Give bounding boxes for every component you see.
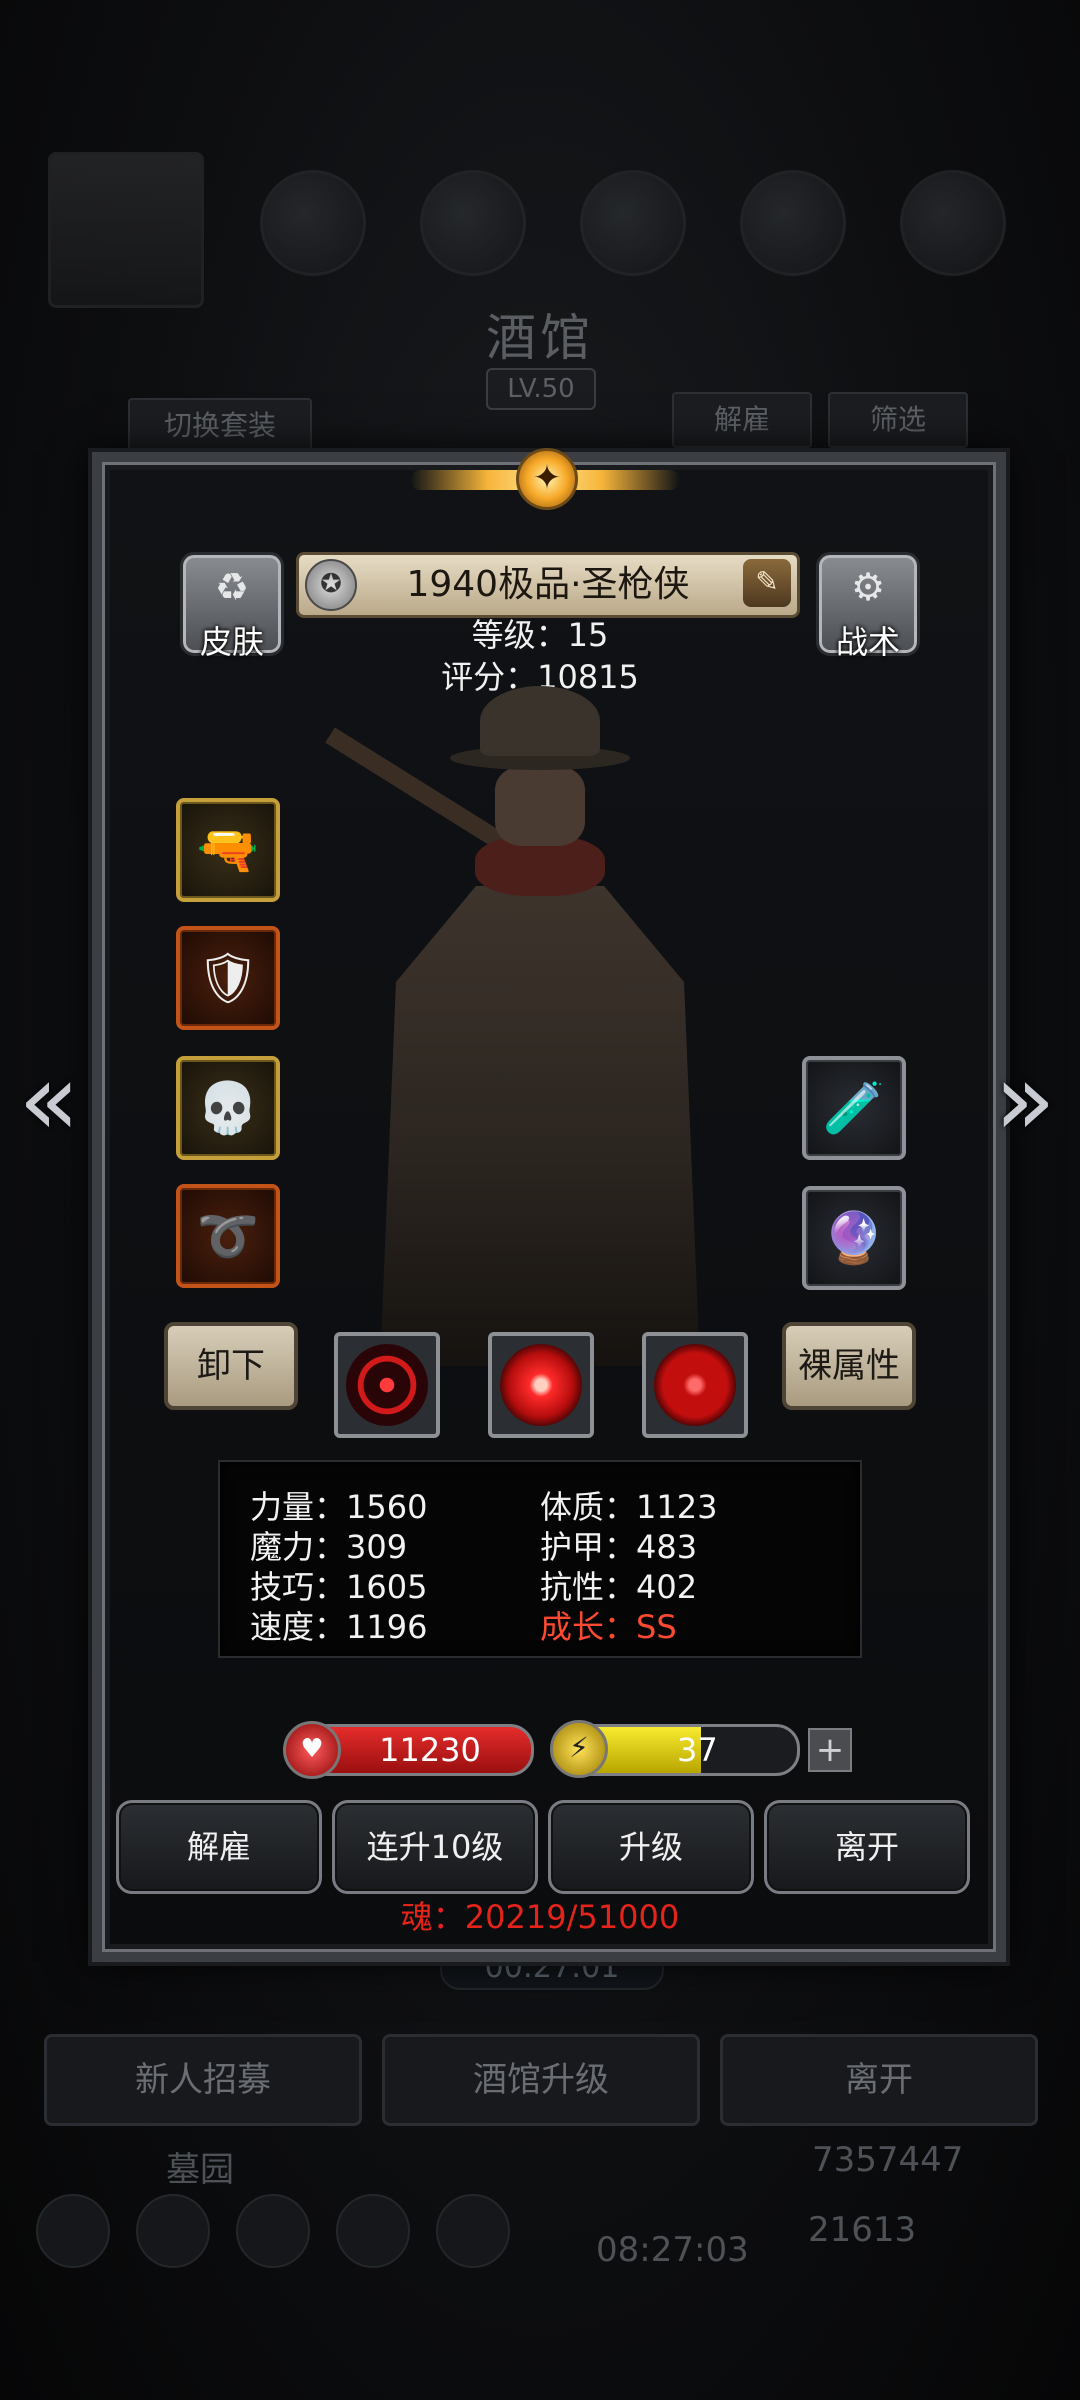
equip-slot-armor[interactable]: 🛡: [176, 926, 280, 1030]
menu-icon-5: [900, 170, 1006, 276]
gold-amount: 7357447: [812, 2140, 964, 2180]
hero-level: 等级：15: [471, 616, 609, 654]
level-up-10-button[interactable]: 连升10级: [332, 1800, 538, 1894]
bottom-nav-icon-3: [236, 2194, 310, 2268]
menu-icon-1: [260, 170, 366, 276]
hero-portrait: [310, 686, 770, 1386]
hero-hat: [480, 686, 600, 756]
hero-face: [495, 766, 585, 846]
player-avatar: [48, 152, 204, 308]
prev-hero-arrow-icon[interactable]: «: [14, 1050, 84, 1150]
naked-attributes-button[interactable]: 裸属性: [782, 1322, 916, 1410]
stat-growth: 成长：SS: [540, 1608, 677, 1646]
menu-icon-4: [740, 170, 846, 276]
add-energy-button[interactable]: +: [808, 1728, 852, 1772]
hp-bar: ♥ 11230: [283, 1721, 534, 1779]
next-hero-arrow-icon[interactable]: »: [990, 1050, 1060, 1150]
stats-box: 力量：1560 魔力：309 技巧：1605 速度：1196 体质：1123 护…: [218, 1460, 862, 1658]
hero-name: 1940极品·圣枪侠: [406, 564, 690, 605]
equip-slot-potion[interactable]: 🧪: [802, 1056, 906, 1160]
hero-name-bar: ✪ 1940极品·圣枪侠 ✎: [296, 552, 800, 618]
level-up-button[interactable]: 升级: [548, 1800, 754, 1894]
orb-gem-icon: 🔮: [822, 1209, 886, 1267]
vortex-skill-icon: [500, 1344, 582, 1426]
soul-counter: 魂：20219/51000: [400, 1898, 680, 1936]
bottom-nav-icon-2: [136, 2194, 210, 2268]
leave-button[interactable]: 离开: [764, 1800, 970, 1894]
potion-bottle-icon: 🧪: [822, 1079, 886, 1137]
bottom-nav-icon-4: [336, 2194, 410, 2268]
skull-ring-icon: 💀: [196, 1079, 260, 1137]
hero-coat: [380, 886, 700, 1366]
menu-icon-2: [420, 170, 526, 276]
bg-leave-button: 离开: [720, 2034, 1038, 2126]
gear-icon: ⚙: [850, 565, 886, 609]
shirt-icon: ♻: [214, 565, 250, 609]
top-icon-row: [40, 152, 1040, 308]
medal-icon: ✪: [305, 559, 357, 611]
tavern-upgrade-button: 酒馆升级: [382, 2034, 700, 2126]
amulet-icon: ➰: [196, 1207, 260, 1265]
recruit-button: 新人招募: [44, 2034, 362, 2126]
target-skill-icon: [654, 1344, 736, 1426]
panel-crest: ✦: [410, 440, 680, 520]
cemetery-label: 墓园: [166, 2150, 234, 2190]
skill-slot-2[interactable]: [488, 1332, 594, 1438]
bottom-nav-icon-1: [36, 2194, 110, 2268]
clock-text: 08:27:03: [596, 2230, 749, 2270]
tavern-level: LV.50: [486, 368, 596, 410]
dismiss-button[interactable]: 解雇: [116, 1800, 322, 1894]
equip-slot-orb[interactable]: 🔮: [802, 1186, 906, 1290]
equip-slot-weapon[interactable]: 🔫: [176, 798, 280, 902]
skill-slot-1[interactable]: [334, 1332, 440, 1438]
skill-slot-3[interactable]: [642, 1332, 748, 1438]
armor-chest-icon: 🛡: [196, 949, 260, 1007]
energy-value: 37: [677, 1731, 718, 1769]
gem-amount: 21613: [808, 2210, 917, 2250]
filter-button: 筛选: [828, 392, 968, 448]
stat-speed: 速度：1196: [250, 1608, 428, 1646]
hp-value: 11230: [379, 1731, 481, 1769]
crest-emblem-icon: ✦: [516, 448, 578, 510]
lightning-icon: ⚡: [550, 1720, 608, 1778]
crosshair-skill-icon: [346, 1344, 428, 1426]
equip-slot-amulet[interactable]: ➰: [176, 1184, 280, 1288]
menu-icon-3: [580, 170, 686, 276]
edit-name-icon[interactable]: ✎: [743, 559, 791, 607]
switch-outfit-button: 切换套装: [128, 398, 312, 454]
equip-slot-ring[interactable]: 💀: [176, 1056, 280, 1160]
unequip-button[interactable]: 卸下: [164, 1322, 298, 1410]
bottom-nav-icon-5: [436, 2194, 510, 2268]
tavern-title: 酒馆: [486, 309, 594, 367]
bg-dismiss-button: 解雇: [672, 392, 812, 448]
weapon-gun-icon: 🔫: [196, 821, 260, 879]
